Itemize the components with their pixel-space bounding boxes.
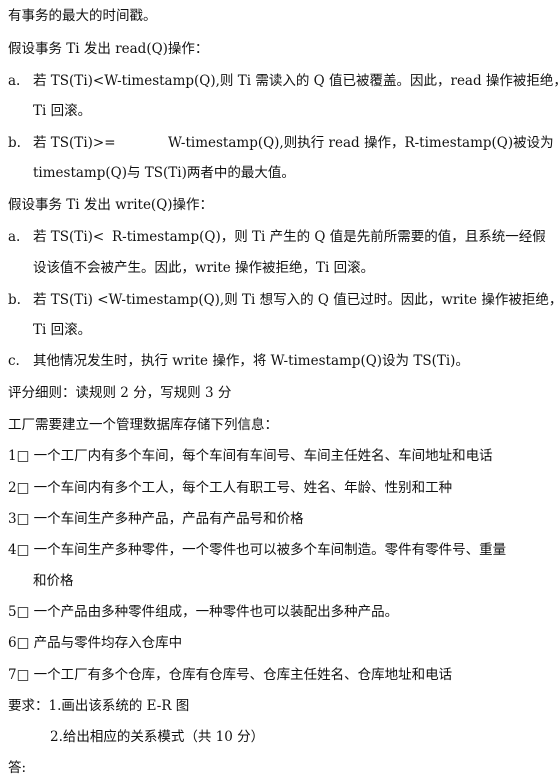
list-item: 2□ 一个车间内有多个工人，每个工人有职工号、姓名、年龄、性别和工种: [8, 480, 453, 496]
text-line: 若 TS(Ti)<W-timestamp(Q),则 Ti 需读入的 Q 值已被覆…: [33, 73, 558, 89]
text-line: 有事务的最大的时间戳。: [8, 8, 157, 24]
document-page: 有事务的最大的时间戳。 假设事务 Ti 发出 read(Q)操作： a. 若 T…: [0, 0, 558, 780]
text-line: Ti 回滚。: [33, 103, 92, 119]
text-line: 和价格: [33, 573, 74, 589]
list-label: c.: [8, 353, 20, 369]
text-line: Ti 回滚。: [33, 322, 92, 338]
text-line: 其他情况发生时，执行 write 操作，将 W-timestamp(Q)设为 T…: [33, 353, 469, 369]
text-line: 假设事务 Ti 发出 write(Q)操作：: [8, 197, 214, 213]
text-line: 若 TS(Ti)>=: [33, 135, 116, 151]
text-line: 若 TS(Ti) <W-timestamp(Q),则 Ti 想写入的 Q 值已过…: [33, 292, 558, 308]
list-label: b.: [8, 292, 21, 308]
list-item: 7□ 一个工厂有多个仓库，仓库有仓库号、仓库主任姓名、仓库地址和电话: [8, 667, 453, 683]
answer-label: 答:: [8, 760, 27, 776]
text-line: 假设事务 Ti 发出 read(Q)操作：: [8, 41, 209, 57]
requirements-line: 2.给出相应的关系模式（共 10 分）: [50, 729, 265, 745]
list-item: 6□ 产品与零件均存入仓库中: [8, 635, 183, 651]
list-label: a.: [8, 73, 21, 89]
list-item: 3□ 一个车间生产多种产品，产品有产品号和价格: [8, 511, 304, 527]
text-line: R-timestamp(Q)，则 Ti 产生的 Q 值是先前所需要的值，且系统一…: [112, 229, 546, 245]
list-label: b.: [8, 135, 21, 151]
list-item: 1□ 一个工厂内有多个车间，每个车间有车间号、车间主任姓名、车间地址和电话: [8, 448, 493, 464]
text-line: W-timestamp(Q),则执行 read 操作，R-timestamp(Q…: [168, 135, 558, 151]
requirements-line: 要求：1.画出该系统的 E-R 图: [8, 698, 190, 714]
list-label: a.: [8, 229, 21, 245]
text-line: 若 TS(Ti)<: [33, 229, 105, 245]
text-line: 工厂需要建立一个管理数据库存储下列信息：: [8, 417, 278, 433]
text-line: 评分细则：读规则 2 分，写规则 3 分: [8, 385, 232, 401]
list-item: 5□ 一个产品由多种零件组成，一种零件也可以装配出多种产品。: [8, 604, 399, 620]
text-line: timestamp(Q)与 TS(Ti)两者中的最大值。: [33, 165, 295, 181]
list-item: 4□ 一个车间生产多种零件，一个零件也可以被多个车间制造。零件有零件号、重量: [8, 542, 507, 558]
text-line: 设该值不会被产生。因此，write 操作被拒绝，Ti 回滚。: [33, 260, 375, 276]
